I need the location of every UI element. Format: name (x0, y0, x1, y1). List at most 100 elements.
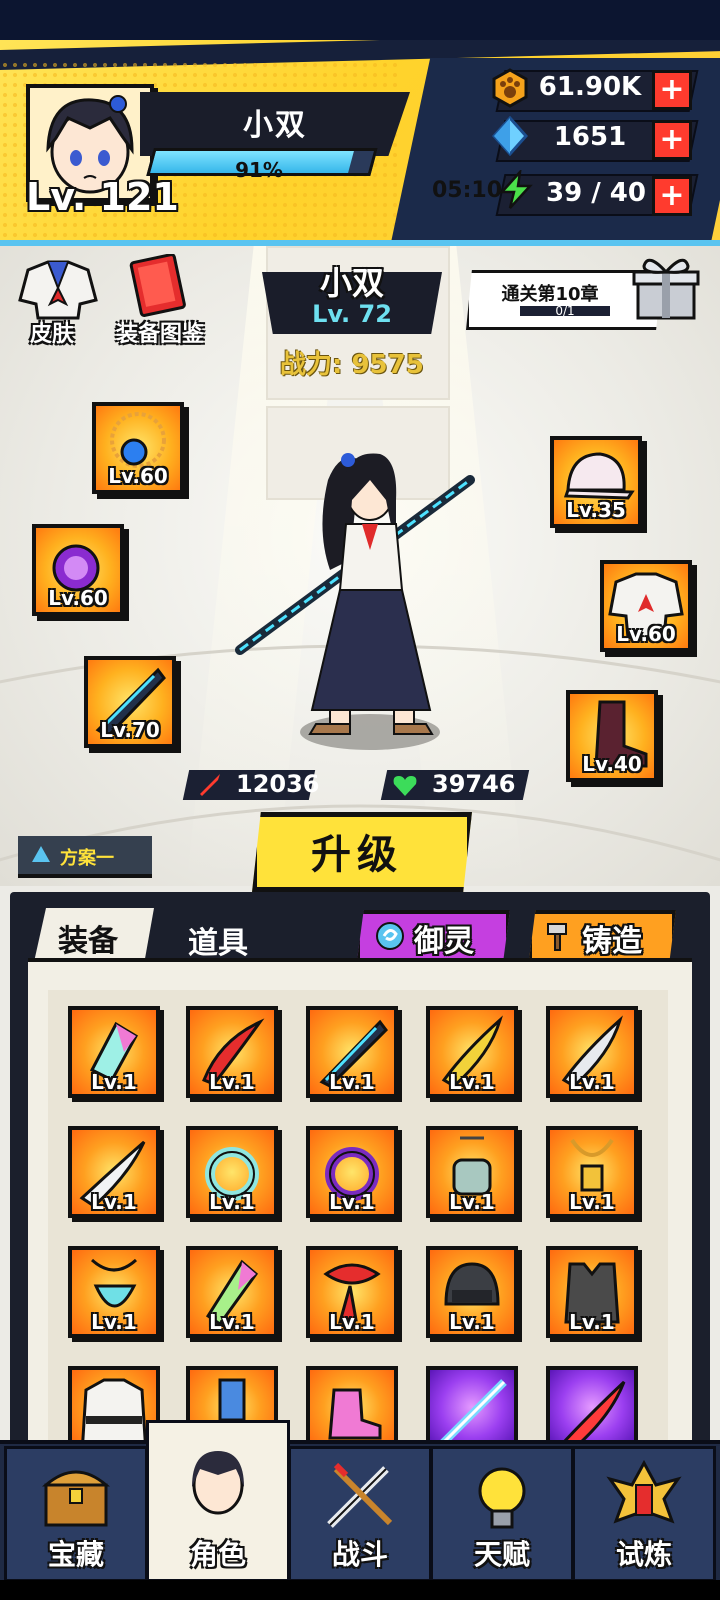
inventory-item[interactable]: Lv.1 (306, 1126, 398, 1218)
skin-label: 皮肤 (30, 322, 75, 347)
light-sword-icon (437, 1379, 507, 1444)
item-level: Lv.1 (449, 1310, 495, 1334)
energy-amount: 39 / 40 (546, 178, 646, 208)
item-level: Lv.1 (569, 1310, 615, 1334)
inventory-item[interactable]: Lv.1 (546, 1126, 638, 1218)
red-sword-icon (559, 1380, 626, 1444)
item-level: Lv.1 (91, 1310, 137, 1334)
equip-slot-boots[interactable]: Lv.40 (566, 690, 658, 782)
health-value: 39746 (432, 770, 516, 798)
energy-timer: 05:10 (432, 178, 503, 203)
item-level: Lv.1 (329, 1070, 375, 1094)
combat-power: 战力: 9575 (280, 350, 424, 380)
add-energy-button[interactable]: + (652, 176, 692, 216)
nav-label: 宝藏 (47, 1538, 104, 1571)
nav-treasure-chest[interactable]: 宝藏 (4, 1446, 148, 1582)
inventory-item[interactable]: Lv.1 (186, 1126, 278, 1218)
treasure-chest-icon (41, 1470, 111, 1527)
add-gold-button[interactable]: + (652, 70, 692, 110)
equip-slot-hat[interactable]: Lv.35 (550, 436, 642, 528)
inventory-item[interactable]: Lv.1 (186, 1246, 278, 1338)
item-level: Lv.1 (209, 1070, 255, 1094)
item-level: Lv.1 (329, 1310, 375, 1334)
inventory-item[interactable]: Lv.1 (426, 1246, 518, 1338)
equip-slot-ring[interactable]: Lv.60 (32, 524, 124, 616)
item-level: Lv.1 (449, 1070, 495, 1094)
item-level: Lv.1 (569, 1070, 615, 1094)
inventory-item[interactable]: Lv.1 (426, 1006, 518, 1098)
equip-slot-necklace[interactable]: Lv.60 (92, 402, 184, 494)
character-name: 小双 (319, 264, 384, 302)
nav-battle-swords[interactable]: 战斗 (288, 1446, 432, 1582)
plus-icon: + (659, 72, 685, 107)
tab-equipment-label: 装备 (58, 924, 118, 959)
inventory-item[interactable]: Lv.1 (306, 1006, 398, 1098)
inventory-item[interactable]: Lv.1 (68, 1126, 160, 1218)
heart-icon (393, 776, 417, 796)
attack-value: 12036 (236, 770, 320, 798)
gold-amount: 61.90K (538, 72, 642, 102)
sword-icon (200, 774, 220, 796)
tab-items[interactable]: 道具 (188, 918, 248, 962)
item-level: Lv.1 (449, 1190, 495, 1214)
item-level: Lv.1 (91, 1070, 137, 1094)
inventory-item[interactable]: Lv.1 (68, 1246, 160, 1338)
spirit-swirl-icon (376, 922, 404, 950)
chapter-progress-text: 0/1 (555, 304, 575, 318)
battle-swords-icon (327, 1462, 393, 1528)
triangle-up-icon (32, 846, 50, 862)
inventory-item[interactable]: Lv.1 (68, 1006, 160, 1098)
codex-button[interactable]: 装备图鉴 (114, 254, 224, 350)
nav-character[interactable]: 角色 (146, 1420, 290, 1582)
codex-label: 装备图鉴 (116, 322, 205, 347)
red-book-icon (129, 254, 186, 317)
roller-skate-icon (328, 1388, 382, 1440)
nav-label: 试炼 (615, 1538, 672, 1571)
xp-percent: 91% (235, 158, 283, 182)
system-nav-bar (0, 1580, 720, 1600)
nav-trial-emblem[interactable]: 试炼 (572, 1446, 716, 1582)
equip-level: Lv.60 (616, 622, 676, 646)
forge-label: 铸造 (582, 924, 642, 959)
inventory-item[interactable] (426, 1366, 518, 1444)
plus-icon: + (659, 178, 685, 213)
item-level: Lv.1 (209, 1190, 255, 1214)
item-level: Lv.1 (329, 1190, 375, 1214)
character-sprite (235, 453, 475, 750)
plus-icon: + (659, 122, 685, 157)
martial-robe-icon (81, 1378, 147, 1444)
nav-lightbulb[interactable]: 天赋 (430, 1446, 574, 1582)
add-gems-button[interactable]: + (652, 120, 692, 160)
nav-label: 战斗 (331, 1538, 388, 1571)
chapter-reward-title: 通关第10章 (501, 284, 599, 305)
nav-label: 角色 (189, 1538, 246, 1571)
equip-slot-armor[interactable]: Lv.60 (600, 560, 692, 652)
item-level: Lv.1 (209, 1310, 255, 1334)
lightbulb-icon (478, 1467, 526, 1529)
equip-level: Lv.40 (582, 752, 642, 776)
skin-button[interactable]: 皮肤 (14, 260, 104, 350)
gems-amount: 1651 (553, 122, 627, 152)
inventory-item[interactable]: Lv.1 (426, 1126, 518, 1218)
character-icon (192, 1451, 244, 1515)
inventory-item[interactable] (546, 1366, 638, 1444)
player-name: 小双 (243, 108, 307, 143)
uniform-icon (18, 260, 98, 320)
item-level: Lv.1 (569, 1190, 615, 1214)
inventory-item[interactable]: Lv.1 (306, 1246, 398, 1338)
hammer-icon (547, 923, 567, 951)
trial-emblem-icon (606, 1459, 682, 1524)
equip-slot-weapon[interactable]: Lv.70 (84, 656, 176, 748)
plan-label: 方案一 (60, 848, 114, 869)
inventory-item[interactable]: Lv.1 (546, 1246, 638, 1338)
spirit-label: 御灵 (414, 924, 474, 959)
inventory-item[interactable]: Lv.1 (186, 1006, 278, 1098)
equip-level: Lv.60 (48, 586, 108, 610)
equip-level: Lv.60 (108, 464, 168, 488)
inventory-item[interactable] (306, 1366, 398, 1444)
player-level: Lv. 121 (26, 175, 179, 219)
item-level: Lv.1 (91, 1190, 137, 1214)
equip-level: Lv.35 (566, 498, 626, 522)
gift-box-icon[interactable] (630, 250, 702, 322)
inventory-item[interactable]: Lv.1 (546, 1006, 638, 1098)
